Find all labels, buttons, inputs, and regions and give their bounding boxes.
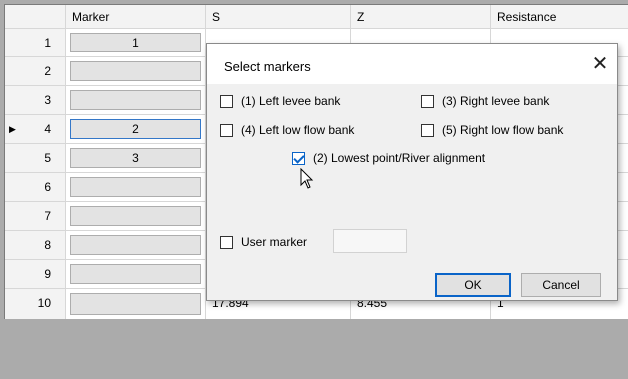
checkbox-right-levee-bank[interactable]: (3) Right levee bank bbox=[421, 94, 549, 108]
mouse-pointer-icon bbox=[300, 168, 314, 189]
checkbox-label: (3) Right levee bank bbox=[442, 94, 550, 108]
user-marker-input[interactable] bbox=[333, 229, 407, 253]
checkbox-user-marker[interactable]: User marker bbox=[220, 235, 307, 249]
marker-cell[interactable] bbox=[66, 86, 206, 115]
select-markers-dialog: Select markers ✕ (1) Left levee bank (3)… bbox=[206, 43, 618, 301]
row-number-label: 4 bbox=[44, 122, 51, 136]
row-number-label: 3 bbox=[44, 93, 51, 107]
column-header-z[interactable]: Z bbox=[351, 5, 491, 29]
marker-cell[interactable] bbox=[66, 289, 206, 320]
marker-button[interactable] bbox=[70, 61, 201, 81]
marker-button[interactable] bbox=[70, 206, 201, 226]
close-icon[interactable]: ✕ bbox=[583, 48, 617, 80]
row-number: 6 bbox=[5, 173, 66, 202]
row-number-label: 7 bbox=[44, 209, 51, 223]
row-number: 9 bbox=[5, 260, 66, 289]
checkbox-box[interactable] bbox=[421, 123, 434, 137]
marker-button[interactable] bbox=[70, 293, 201, 315]
row-number-label: 10 bbox=[37, 296, 51, 310]
checkbox-box[interactable] bbox=[421, 94, 434, 108]
marker-button[interactable]: 2 bbox=[70, 119, 201, 139]
ok-button[interactable]: OK bbox=[435, 273, 511, 297]
marker-cell[interactable] bbox=[66, 202, 206, 231]
checkbox-box-checked[interactable] bbox=[292, 151, 305, 165]
checkbox-label: (2) Lowest point/River alignment bbox=[313, 151, 486, 165]
marker-cell[interactable]: 2 bbox=[66, 115, 206, 144]
checkbox-left-levee-bank[interactable]: (1) Left levee bank bbox=[220, 94, 340, 108]
marker-cell[interactable] bbox=[66, 231, 206, 260]
checkbox-box[interactable] bbox=[220, 94, 233, 108]
marker-cell[interactable] bbox=[66, 260, 206, 289]
marker-button[interactable]: 1 bbox=[70, 33, 201, 52]
checkbox-left-low-flow-bank[interactable]: (4) Left low flow bank bbox=[220, 123, 354, 137]
row-number-label: 6 bbox=[44, 180, 51, 194]
current-row-arrow-icon: ▶ bbox=[9, 124, 16, 134]
row-number: 4 ▶ bbox=[5, 115, 66, 144]
column-header-s[interactable]: S bbox=[206, 5, 351, 29]
marker-button[interactable] bbox=[70, 177, 201, 197]
row-number: 7 bbox=[5, 202, 66, 231]
marker-button[interactable] bbox=[70, 264, 201, 284]
row-number: 10 bbox=[5, 289, 66, 320]
checkbox-label: (4) Left low flow bank bbox=[241, 123, 355, 137]
checkbox-box[interactable] bbox=[220, 235, 233, 249]
row-number: 1 bbox=[5, 29, 66, 57]
cancel-button[interactable]: Cancel bbox=[521, 273, 601, 297]
row-number-label: 5 bbox=[44, 151, 51, 165]
column-header-resistance[interactable]: Resistance bbox=[491, 5, 628, 29]
row-number-label: 1 bbox=[44, 36, 51, 50]
checkbox-box[interactable] bbox=[220, 123, 233, 137]
checkbox-label: (5) Right low flow bank bbox=[442, 123, 564, 137]
checkbox-lowest-point-river-alignment[interactable]: (2) Lowest point/River alignment bbox=[292, 151, 485, 165]
marker-cell[interactable]: 3 bbox=[66, 144, 206, 173]
row-number: 8 bbox=[5, 231, 66, 260]
checkbox-label: User marker bbox=[241, 235, 308, 249]
empty-grid-area bbox=[0, 319, 628, 379]
row-number-label: 2 bbox=[44, 64, 51, 78]
marker-button[interactable]: 3 bbox=[70, 148, 201, 168]
checkbox-label: (1) Left levee bank bbox=[241, 94, 341, 108]
row-number-label: 8 bbox=[44, 238, 51, 252]
marker-button[interactable] bbox=[70, 235, 201, 255]
row-number: 5 bbox=[5, 144, 66, 173]
row-number: 2 bbox=[5, 57, 66, 86]
marker-cell[interactable]: 1 bbox=[66, 29, 206, 57]
marker-cell[interactable] bbox=[66, 173, 206, 202]
marker-button[interactable] bbox=[70, 90, 201, 110]
checkbox-right-low-flow-bank[interactable]: (5) Right low flow bank bbox=[421, 123, 563, 137]
column-header-marker[interactable]: Marker bbox=[66, 5, 206, 29]
row-number: 3 bbox=[5, 86, 66, 115]
dialog-title: Select markers bbox=[224, 59, 311, 74]
dialog-titlebar: Select markers ✕ bbox=[207, 44, 617, 84]
row-number-header bbox=[5, 5, 66, 29]
marker-cell[interactable] bbox=[66, 57, 206, 86]
row-number-label: 9 bbox=[44, 267, 51, 281]
